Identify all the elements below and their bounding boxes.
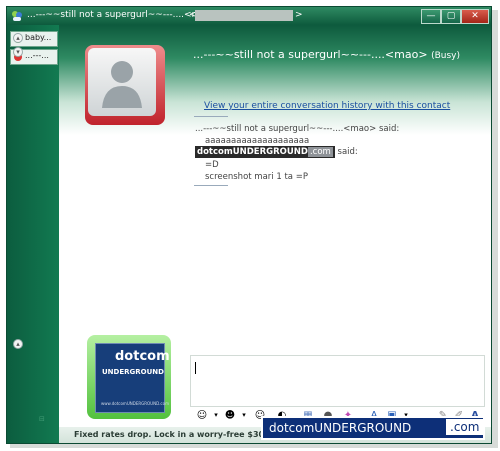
message-sender: ...---~~still not a supergurl~~---....<m… bbox=[195, 124, 400, 134]
minimize-button[interactable]: — bbox=[421, 9, 441, 24]
wink-dropdown-icon[interactable]: ▾ bbox=[240, 408, 248, 423]
self-picture-brand-top: dotcom bbox=[115, 349, 170, 364]
self-sender-name: dotcomUNDERGROUND .com bbox=[195, 146, 335, 158]
conversation-tab-label: baby... bbox=[25, 33, 52, 42]
title-email-redacted bbox=[195, 10, 293, 21]
message-text: aaaaaaaaaaaaaaaaaaaa bbox=[205, 136, 310, 146]
sidebar-bottom-mark: ⊟ bbox=[39, 415, 45, 423]
chat-window: ...---~~still not a supergurl~~---....<m… bbox=[6, 6, 492, 444]
watermark-text: dotcomUNDERGROUND bbox=[269, 421, 412, 435]
conversation-tab-label: ...---... bbox=[25, 51, 49, 60]
collapse-self-icon[interactable]: ▴ bbox=[13, 339, 23, 349]
self-picture-url: www.dotcomUNDERGROUND.com bbox=[101, 401, 169, 406]
title-bar[interactable]: ...---~~still not a supergurl~~---....<m… bbox=[7, 7, 491, 25]
self-picture-brand-bottom: UNDERGROUND bbox=[102, 368, 164, 376]
message-input[interactable] bbox=[190, 355, 485, 407]
expand-icon[interactable]: ▾ bbox=[13, 47, 23, 57]
contact-avatar[interactable] bbox=[85, 45, 165, 125]
messenger-icon bbox=[12, 11, 22, 21]
wink-icon[interactable]: ☻ bbox=[222, 408, 238, 423]
close-button[interactable]: ✕ bbox=[461, 9, 489, 24]
emoticon-dropdown-icon[interactable]: ▾ bbox=[212, 408, 220, 423]
contact-display-name: ...---~~still not a supergurl~~---....<m… bbox=[193, 48, 460, 61]
title-email-close: > bbox=[295, 10, 303, 20]
said-label: said: bbox=[334, 147, 358, 157]
self-display-picture[interactable]: dotcom UNDERGROUND www.dotcomUNDERGROUND… bbox=[87, 335, 171, 419]
watermark-suffix: .com bbox=[446, 419, 484, 435]
message-text: screenshot mari 1 ta =P bbox=[205, 172, 308, 182]
text-cursor bbox=[195, 362, 196, 374]
default-user-icon bbox=[102, 61, 142, 108]
maximize-button[interactable]: ▢ bbox=[441, 9, 461, 24]
contact-name-text: ...---~~still not a supergurl~~---....<m… bbox=[193, 48, 428, 61]
divider bbox=[194, 185, 228, 186]
watermark-banner: dotcomUNDERGROUND .com bbox=[261, 416, 485, 440]
contact-status-text: (Busy) bbox=[431, 51, 460, 61]
conversation-tabs-sidebar: baby... ...---... bbox=[7, 25, 59, 443]
message-text: =D bbox=[205, 160, 219, 170]
divider bbox=[194, 116, 228, 117]
conversation-history-link[interactable]: View your entire conversation history wi… bbox=[204, 101, 450, 111]
message-sender: dotcomUNDERGROUND .com said: bbox=[195, 146, 358, 158]
collapse-contact-icon[interactable]: ▴ bbox=[13, 33, 23, 43]
emoticon-icon[interactable]: ☺ bbox=[194, 408, 210, 423]
